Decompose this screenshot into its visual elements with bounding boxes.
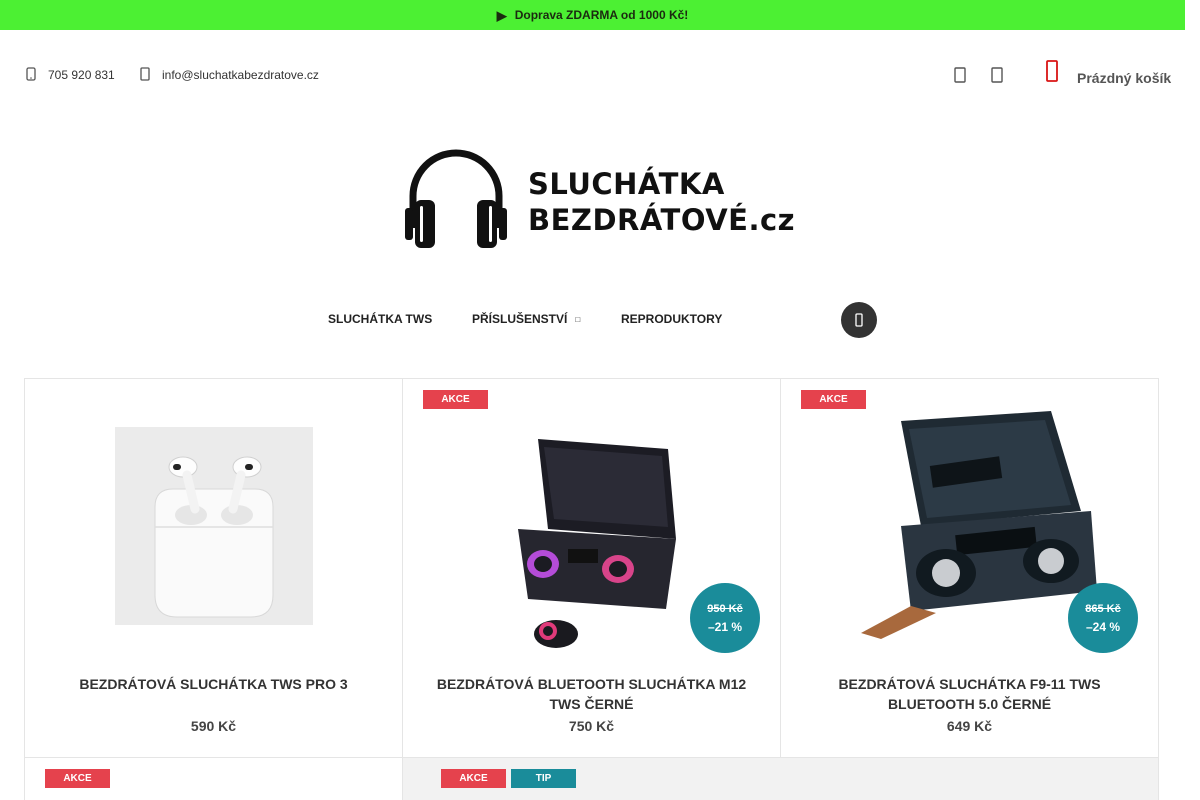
free-shipping-text: Doprava ZDARMA od 1000 Kč! <box>514 8 689 22</box>
phone-contact[interactable]: 705 920 831 <box>24 64 115 86</box>
email-contact[interactable]: info@sluchatkabezdratove.cz <box>138 64 319 86</box>
product-name[interactable]: BEZDRÁTOVÁ SLUCHÁTKA TWS PRO 3 <box>45 674 382 694</box>
site-logo[interactable]: SLUCHÁTKA BEZDRÁTOVÉ.cz <box>403 146 795 252</box>
sale-badge: AKCE <box>45 769 110 788</box>
cart-label: Prázdný košík <box>1077 70 1172 86</box>
phone-number: 705 920 831 <box>48 68 115 82</box>
chevron-down-icon: □ <box>575 315 581 325</box>
logo-line-1: SLUCHÁTKA <box>528 167 725 201</box>
old-price: 950 Kč <box>707 603 743 615</box>
logo-text: SLUCHÁTKA BEZDRÁTOVÉ.cz <box>528 166 795 238</box>
product-image[interactable] <box>508 419 688 649</box>
logo-line-2: BEZDRÁTOVÉ.cz <box>528 203 796 237</box>
product-grid: BEZDRÁTOVÁ SLUCHÁTKA TWS PRO 3 590 Kč AK… <box>24 378 1159 800</box>
product-card[interactable]: AKCE TIP <box>402 757 1159 800</box>
user-icon[interactable] <box>950 64 970 86</box>
product-price: 649 Kč <box>946 718 993 734</box>
nav-item-speakers[interactable]: REPRODUKTORY <box>621 312 722 326</box>
headphones-logo-icon <box>405 149 507 248</box>
nav-item-tws[interactable]: SLUCHÁTKA TWS <box>328 312 432 326</box>
discount-badge: 950 Kč –21 % <box>690 583 760 653</box>
search-button[interactable] <box>841 302 877 338</box>
nav-item-accessories[interactable]: PŘÍSLUŠENSTVÍ □ <box>472 312 580 326</box>
discount-badge: 865 Kč –24 % <box>1068 583 1138 653</box>
discount-percent: –21 % <box>707 620 743 634</box>
discount-percent: –24 % <box>1085 620 1121 634</box>
product-card[interactable]: AKCE <box>24 757 403 800</box>
heart-icon[interactable] <box>987 64 1007 86</box>
main-navigation: SLUCHÁTKA TWS PŘÍSLUŠENSTVÍ □ REPRODUKTOR… <box>0 302 1185 338</box>
product-card[interactable]: AKCE 950 Kč –21 % BEZDRÁTOVÁ BLUETOOTH S… <box>402 378 781 758</box>
product-price: 750 Kč <box>568 718 615 734</box>
search-icon <box>855 313 863 327</box>
product-card[interactable]: AKCE 865 Kč –24 % BEZDRÁTOVÁ SLUCHÁTKA F… <box>780 378 1159 758</box>
cart-icon <box>1046 60 1066 88</box>
product-price: 590 Kč <box>190 718 237 734</box>
free-shipping-bar: ▶ Doprava ZDARMA od 1000 Kč! <box>0 0 1185 30</box>
sale-badge: AKCE <box>423 390 488 409</box>
product-name[interactable]: BEZDRÁTOVÁ SLUCHÁTKA F9-11 TWS BLUETOOTH… <box>801 674 1138 714</box>
product-image[interactable] <box>115 427 313 625</box>
email-address: info@sluchatkabezdratove.cz <box>162 68 319 82</box>
cart-button[interactable]: Prázdný košík <box>1046 58 1171 90</box>
old-price: 865 Kč <box>1085 603 1121 615</box>
envelope-icon <box>138 66 152 84</box>
truck-icon: ▶ <box>496 7 507 23</box>
tip-badge: TIP <box>511 769 576 788</box>
product-card[interactable]: BEZDRÁTOVÁ SLUCHÁTKA TWS PRO 3 590 Kč <box>24 378 403 758</box>
product-name[interactable]: BEZDRÁTOVÁ BLUETOOTH SLUCHÁTKA M12 TWS Č… <box>423 674 760 714</box>
phone-icon <box>24 66 38 84</box>
sale-badge: AKCE <box>441 769 506 788</box>
nav-item-accessories-label: PŘÍSLUŠENSTVÍ <box>472 312 568 326</box>
